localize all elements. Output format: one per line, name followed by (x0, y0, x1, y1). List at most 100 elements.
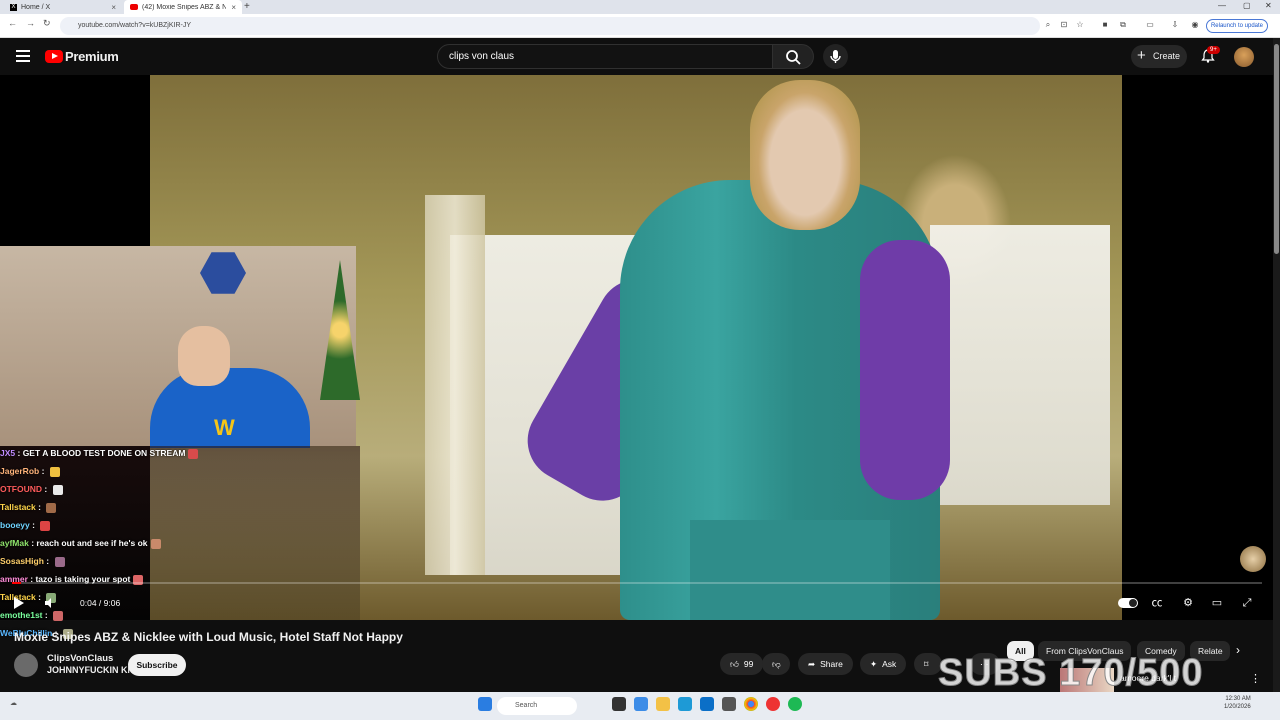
bookmark-star-icon[interactable]: ☆ (1075, 20, 1085, 30)
chat-username: emothe1st (0, 610, 43, 620)
dislike-button[interactable]: 👎︎ (762, 653, 790, 675)
plus-icon: + (1137, 47, 1146, 64)
close-icon[interactable]: × (111, 3, 116, 12)
share-icon: ➦ (808, 659, 816, 669)
youtube-logo-icon[interactable] (45, 50, 63, 63)
tab-label: (42) Moxie Snipes ABZ & Nicklee (142, 3, 226, 11)
chat-separator: : (35, 592, 44, 602)
chat-message: JX5 : GET A BLOOD TEST DONE ON STREAM (0, 448, 199, 459)
chat-emote-icon (53, 610, 64, 621)
settings-gear-icon[interactable]: ⚙ (1180, 596, 1196, 610)
chevron-right-icon[interactable]: › (1236, 643, 1240, 657)
chat-separator: : (29, 520, 38, 530)
video-title: Moxie Snipes ABZ & Nicklee with Loud Mus… (14, 630, 403, 644)
corner-emote (1240, 546, 1266, 572)
hoodie-logo: W (214, 415, 235, 440)
edge-icon[interactable] (678, 697, 692, 711)
chat-username: booeyy (0, 520, 30, 530)
back-icon[interactable]: ← (8, 18, 17, 28)
zoom-icon[interactable]: ⌕ (1043, 20, 1053, 30)
ask-button[interactable]: ✦ Ask (860, 653, 907, 675)
youtube-icon (130, 4, 138, 10)
video-person-head (750, 80, 860, 230)
profile-icon[interactable]: ◉ (1190, 20, 1200, 30)
chat-message: booeyy : (0, 520, 51, 531)
video-person-pants (690, 520, 890, 620)
chat-emote-icon (46, 502, 57, 513)
channel-avatar[interactable] (14, 653, 38, 677)
menu-icon[interactable] (16, 50, 30, 62)
captions-icon[interactable]: ㏄ (1149, 596, 1165, 610)
taskbar-search[interactable]: Search (497, 697, 577, 715)
store-icon[interactable] (700, 697, 714, 711)
subscribe-button[interactable]: Subscribe (128, 654, 186, 676)
chat-message: SosasHigh : (0, 556, 65, 567)
weather-widget[interactable]: ☁ (10, 699, 17, 707)
account-avatar[interactable] (1234, 47, 1254, 67)
search-input[interactable]: clips von claus (437, 44, 773, 69)
tab-youtube[interactable]: (42) Moxie Snipes ABZ & Nicklee × (124, 0, 242, 14)
spotify-icon[interactable] (788, 697, 802, 711)
video-curtain (425, 195, 485, 575)
voice-search-button[interactable] (823, 44, 848, 69)
chat-username: Tallstack (0, 502, 36, 512)
chat-message: Tallstack : (0, 502, 57, 513)
sparkle-icon: ✦ (870, 659, 878, 669)
file-explorer-icon[interactable] (656, 697, 670, 711)
tab-x-home[interactable]: X Home / X × (4, 0, 122, 14)
system-clock[interactable]: 12:30 AM 1/20/2026 (1224, 695, 1251, 711)
chat-message: ayfMak : reach out and see if he's ok (0, 538, 161, 549)
downloads-icon[interactable]: ⇩ (1170, 20, 1180, 30)
theater-mode-icon[interactable]: ▭ (1209, 596, 1225, 610)
chat-username: ayfMak (0, 538, 29, 548)
autoplay-toggle[interactable] (1118, 598, 1138, 608)
video-sleeve-right (860, 240, 950, 500)
new-tab-button[interactable]: + (244, 0, 250, 13)
scrollbar-thumb[interactable] (1274, 44, 1279, 254)
sidepanel-icon[interactable]: ▭ (1145, 20, 1155, 30)
chat-emote-icon (49, 466, 60, 477)
chat-message: emothe1st : (0, 610, 64, 621)
chat-emote-icon (40, 520, 51, 531)
task-view-icon[interactable] (612, 697, 626, 711)
fullscreen-icon[interactable]: ⤢ (1239, 596, 1255, 610)
progress-fill (12, 582, 22, 584)
chat-text: GET A BLOOD TEST DONE ON STREAM (22, 448, 186, 458)
chat-emote-icon (150, 538, 161, 549)
reload-icon[interactable]: ↻ (43, 18, 51, 29)
maximize-icon[interactable]: ▢ (1243, 0, 1251, 12)
close-icon[interactable]: × (231, 3, 236, 12)
forward-icon[interactable]: → (26, 18, 35, 28)
thumbs-down-icon: 👎︎ (772, 659, 781, 669)
app-icon[interactable] (722, 697, 736, 711)
share-button[interactable]: ➦ Share (798, 653, 853, 675)
app-red-icon[interactable] (766, 697, 780, 711)
relaunch-button[interactable]: Relaunch to update (1206, 19, 1268, 33)
windows-start-icon[interactable] (478, 697, 492, 711)
streamer-head (178, 326, 230, 386)
search-icon (786, 50, 801, 65)
channel-name[interactable]: ClipsVonClaus (47, 653, 113, 664)
copilot-icon[interactable] (634, 697, 648, 711)
address-bar[interactable]: youtube.com/watch?v=kUBZjKIR-JY (60, 17, 1040, 35)
more-vert-icon[interactable]: ⋮ (1250, 672, 1261, 685)
chat-username: JagerRob (0, 466, 40, 476)
chat-separator: : (35, 502, 44, 512)
like-button[interactable]: 👍︎ 99 (720, 653, 764, 675)
search-button[interactable] (772, 44, 814, 69)
install-icon[interactable]: ⊡ (1059, 20, 1069, 30)
play-button[interactable] (14, 597, 24, 609)
close-window-icon[interactable]: ✕ (1265, 0, 1272, 12)
extension-icon[interactable]: ■ (1100, 20, 1110, 30)
ask-label: Ask (882, 659, 897, 669)
like-count: 99 (743, 659, 754, 669)
volume-icon[interactable] (44, 597, 56, 609)
chat-text: reach out and see if he's ok (36, 538, 148, 548)
chrome-icon[interactable] (744, 697, 758, 711)
minimize-icon[interactable]: — (1218, 0, 1226, 12)
puzzle-icon[interactable]: ⧉ (1118, 20, 1128, 30)
progress-bar[interactable] (12, 582, 1262, 584)
chat-separator: : (15, 448, 23, 458)
notification-badge: 9+ (1207, 46, 1220, 54)
brand-label[interactable]: Premium (65, 49, 119, 64)
